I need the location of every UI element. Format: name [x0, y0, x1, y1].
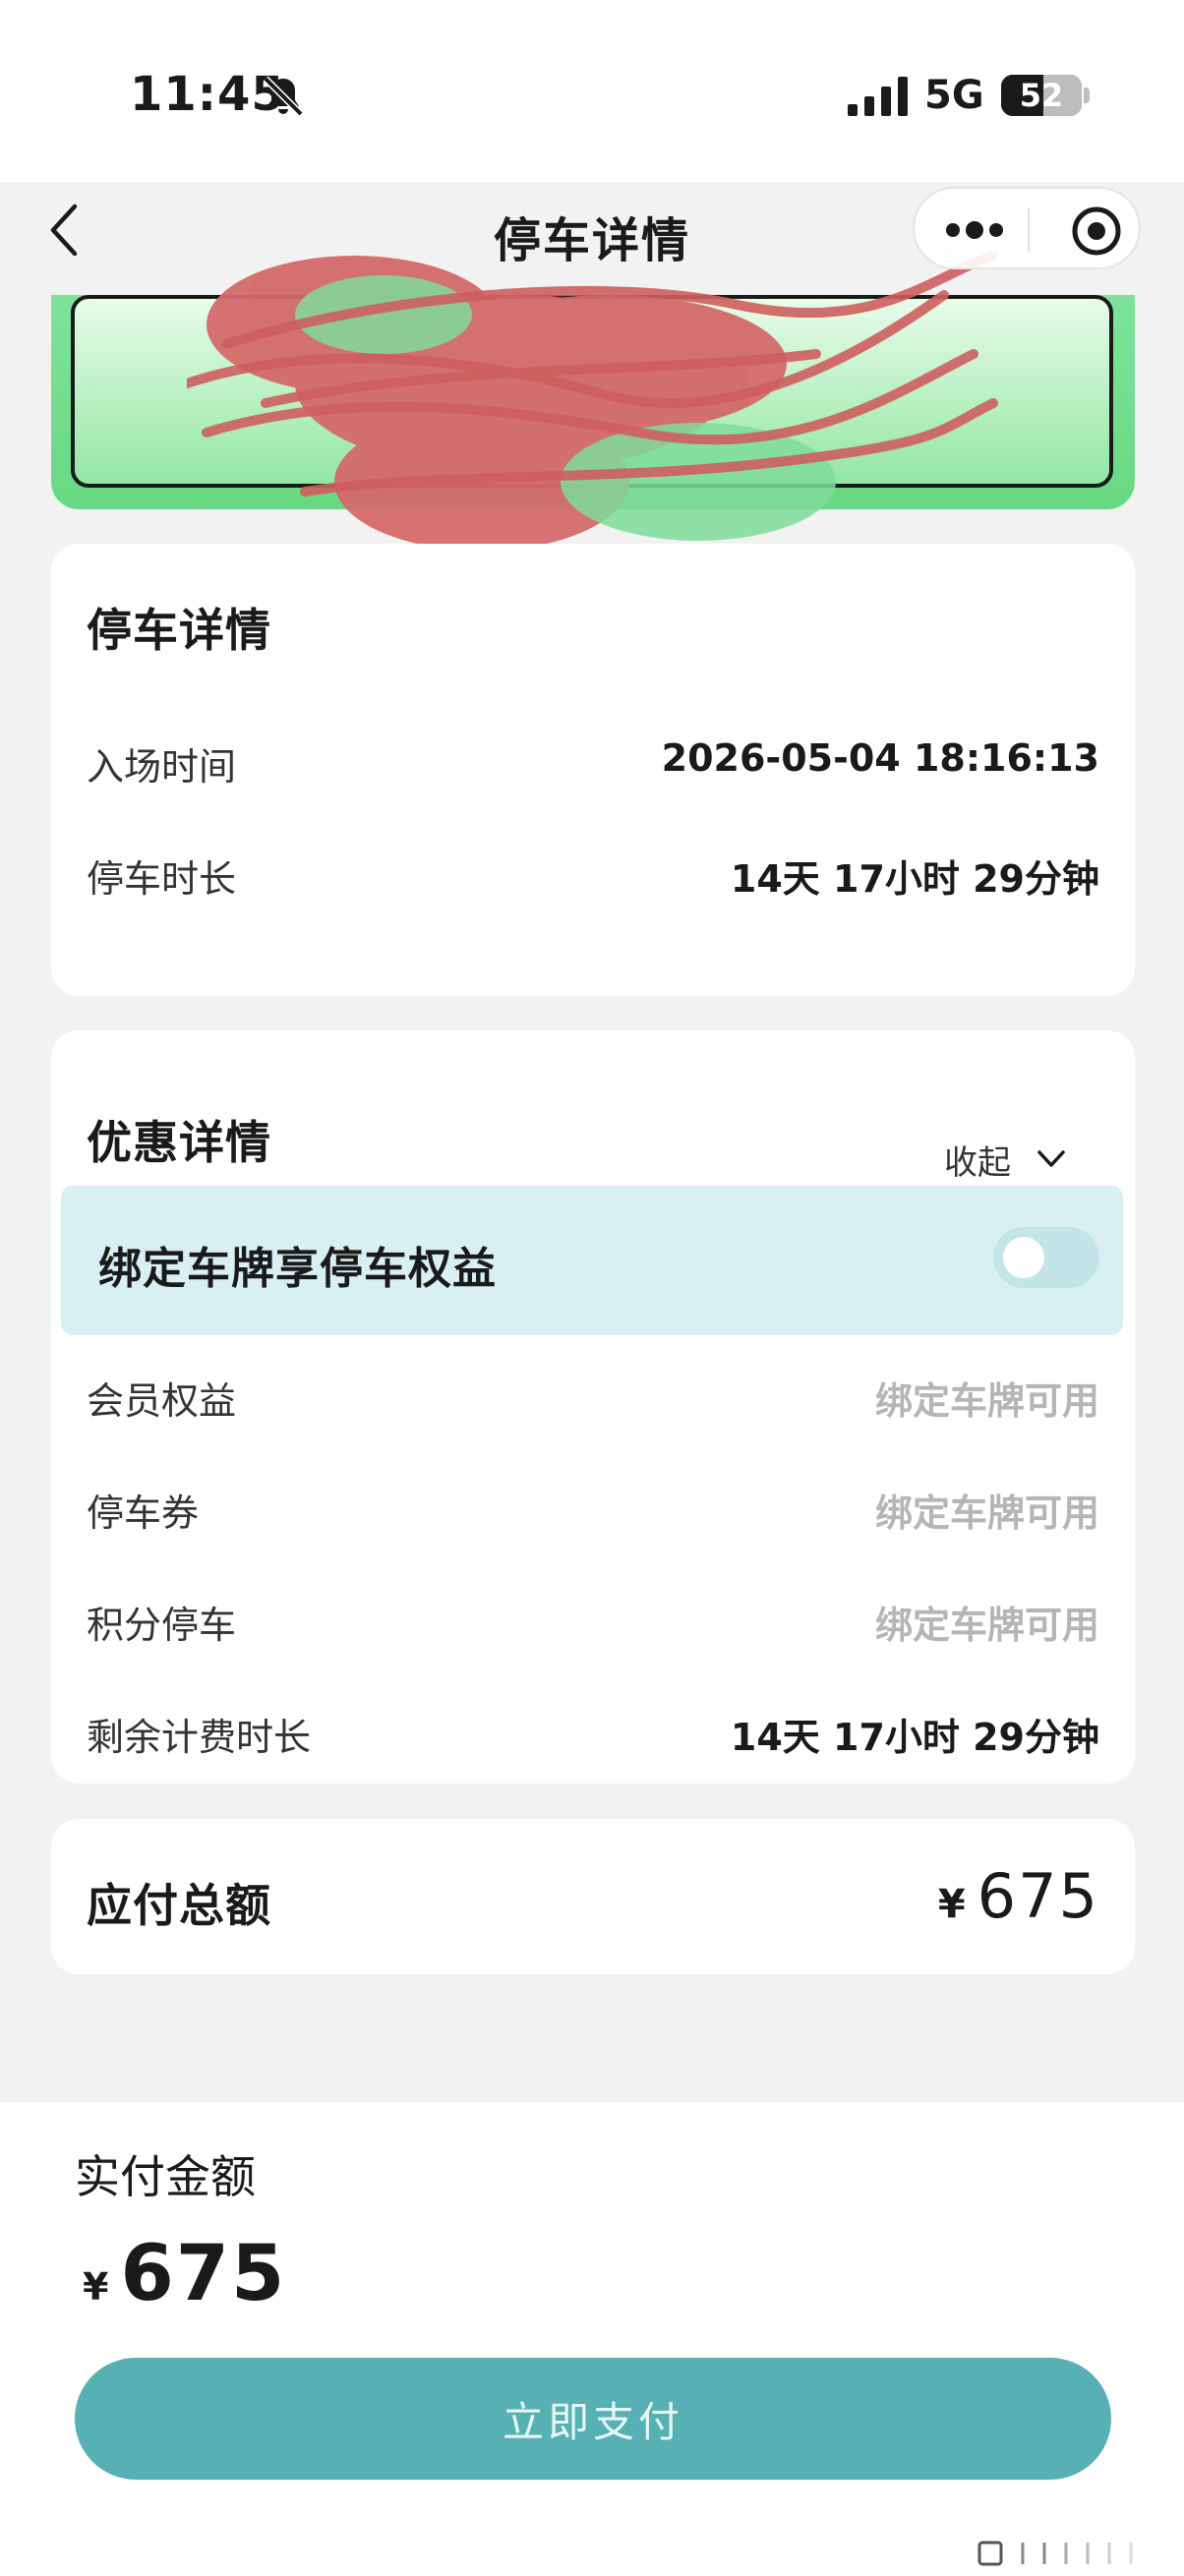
total-label: 应付总额	[87, 1879, 271, 1932]
battery-label: 52	[1019, 77, 1064, 114]
mini-program-capsule	[913, 187, 1141, 269]
close-target-icon[interactable]	[1070, 205, 1123, 258]
total-card: 应付总额 ¥ 675	[51, 1819, 1135, 1974]
entry-time-value: 2026-05-04 18:16:13	[661, 736, 1099, 780]
network-type: 5G	[924, 73, 984, 118]
parking-coupon-label: 停车券	[87, 1492, 200, 1535]
parking-details-title: 停车详情	[87, 604, 271, 657]
collapse-label: 收起	[944, 1142, 1011, 1183]
member-benefits-label: 会员权益	[87, 1379, 237, 1423]
entry-time-label: 入场时间	[87, 745, 237, 789]
parking-coupon-value: 绑定车牌可用	[874, 1492, 1099, 1535]
total-amount: ¥ 675	[938, 1860, 1099, 1932]
paid-amount-label: 实付金额	[75, 2150, 256, 2203]
capsule-divider	[1028, 208, 1030, 252]
total-amount-value: 675	[977, 1860, 1099, 1932]
redaction-scribble	[187, 251, 998, 551]
points-parking-value: 绑定车牌可用	[874, 1604, 1099, 1647]
more-icon[interactable]	[944, 212, 1005, 248]
duration-label: 停车时长	[87, 857, 237, 901]
signal-icon	[848, 77, 908, 116]
home-indicator-icon	[977, 2541, 1133, 2566]
parking-details-card: 停车详情 入场时间 2026-05-04 18:16:13 停车时长 14天 1…	[51, 544, 1135, 996]
member-benefits-value: 绑定车牌可用	[874, 1379, 1099, 1423]
remaining-time-value: 14天 17小时 29分钟	[730, 1716, 1099, 1759]
remaining-time-label: 剩余计费时长	[87, 1716, 312, 1759]
status-bar: 11:45 5G 52	[0, 0, 1184, 182]
bind-plate-toggle[interactable]	[993, 1227, 1099, 1288]
duration-value: 14天 17小时 29分钟	[730, 857, 1099, 901]
points-parking-label: 积分停车	[87, 1604, 237, 1647]
bind-plate-label: 绑定车牌享停车权益	[98, 1244, 497, 1294]
payment-bar: 实付金额 ¥ 675 立即支付	[0, 2102, 1184, 2576]
discount-details-card: 优惠详情 收起 绑定车牌享停车权益 会员权益 绑定车牌可用 停车券 绑定车牌可用…	[51, 1030, 1135, 1784]
toggle-knob	[1003, 1237, 1044, 1278]
bell-muted-icon	[263, 76, 304, 117]
battery-indicator: 52	[1001, 75, 1082, 116]
paid-currency: ¥	[83, 2265, 109, 2309]
chevron-down-icon	[1037, 1150, 1065, 1167]
collapse-button[interactable]: 收起	[944, 1135, 1066, 1184]
total-currency: ¥	[937, 1882, 966, 1927]
pay-now-button[interactable]: 立即支付	[75, 2358, 1111, 2480]
discount-details-title: 优惠详情	[87, 1116, 271, 1169]
bind-plate-panel: 绑定车牌享停车权益	[61, 1186, 1123, 1335]
battery-cap	[1084, 88, 1090, 103]
paid-amount: ¥ 675	[83, 2230, 286, 2318]
paid-amount-value: 675	[120, 2230, 287, 2318]
